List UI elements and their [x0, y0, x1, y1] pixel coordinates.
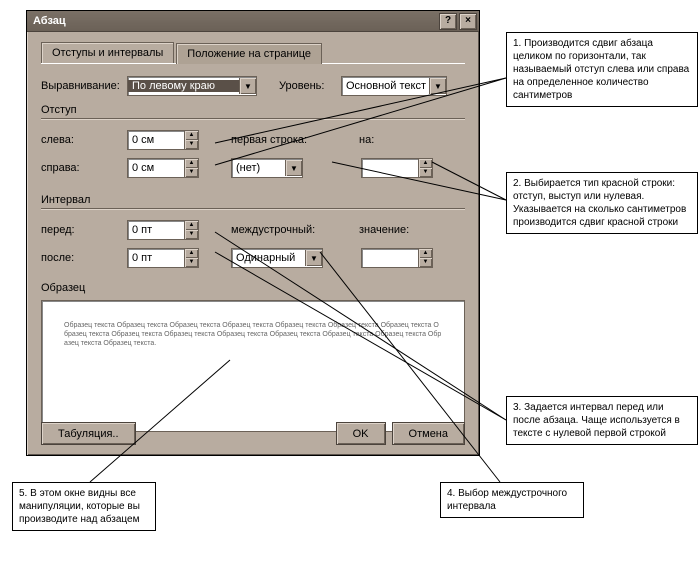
before-input[interactable]: 0 пт ▲▼: [127, 220, 199, 240]
indent-right-input[interactable]: 0 см ▲▼: [127, 158, 199, 178]
indent-group-label: Отступ: [41, 104, 465, 116]
annotation-3: 3. Задается интервал перед или после абз…: [506, 396, 698, 445]
tabs: Отступы и интервалы Положение на страниц…: [41, 42, 465, 64]
indent-left-label: слева:: [41, 134, 127, 146]
annotation-5: 5. В этом окне видны все манипуляции, ко…: [12, 482, 156, 531]
level-select[interactable]: Основной текст ▼: [341, 76, 447, 96]
level-label: Уровень:: [279, 80, 341, 92]
chevron-down-icon: ▼: [429, 78, 446, 94]
first-line-label: первая строка:: [231, 134, 341, 146]
chevron-down-icon: ▼: [239, 78, 256, 94]
cancel-button[interactable]: Отмена: [392, 422, 465, 445]
paragraph-dialog: Абзац ? × Отступы и интервалы Положение …: [26, 10, 480, 456]
help-button[interactable]: ?: [439, 13, 457, 30]
spacing-group-label: Интервал: [41, 194, 465, 206]
annotation-4: 4. Выбор междустрочного интервала: [440, 482, 584, 518]
tabulation-button[interactable]: Табуляция..: [41, 422, 136, 445]
alignment-label: Выравнивание:: [41, 80, 127, 92]
before-label: перед:: [41, 224, 127, 236]
window-title: Абзац: [33, 15, 437, 27]
pane: Выравнивание: По левому краю ▼ Уровень: …: [41, 76, 465, 432]
indent-right-label: справа:: [41, 162, 127, 174]
tab-indents[interactable]: Отступы и интервалы: [41, 42, 174, 63]
ok-button[interactable]: OK: [336, 422, 386, 445]
annotation-2: 2. Выбирается тип красной строки: отступ…: [506, 172, 698, 234]
alignment-select[interactable]: По левому краю ▼: [127, 76, 257, 96]
preview-box: Образец текста Образец текста Образец те…: [41, 300, 465, 432]
dialog-buttons: OK Отмена: [336, 422, 465, 445]
preview-label: Образец: [41, 282, 465, 294]
indent-left-input[interactable]: 0 см ▲▼: [127, 130, 199, 150]
after-label: после:: [41, 252, 127, 264]
chevron-down-icon: ▼: [305, 250, 322, 266]
after-input[interactable]: 0 пт ▲▼: [127, 248, 199, 268]
first-line-select[interactable]: (нет) ▼: [231, 158, 303, 178]
line-spacing-select[interactable]: Одинарный ▼: [231, 248, 323, 268]
chevron-down-icon: ▼: [285, 160, 302, 176]
indent-by-input[interactable]: ▲▼: [361, 158, 433, 178]
annotation-1: 1. Производится сдвиг абзаца целиком по …: [506, 32, 698, 107]
at-label: значение:: [359, 224, 417, 236]
at-input[interactable]: ▲▼: [361, 248, 433, 268]
close-button[interactable]: ×: [459, 13, 477, 30]
tab-position[interactable]: Положение на странице: [176, 43, 322, 64]
indent-by-label: на:: [359, 134, 397, 146]
line-spacing-label: междустрочный:: [231, 224, 341, 236]
titlebar: Абзац ? ×: [27, 11, 479, 32]
